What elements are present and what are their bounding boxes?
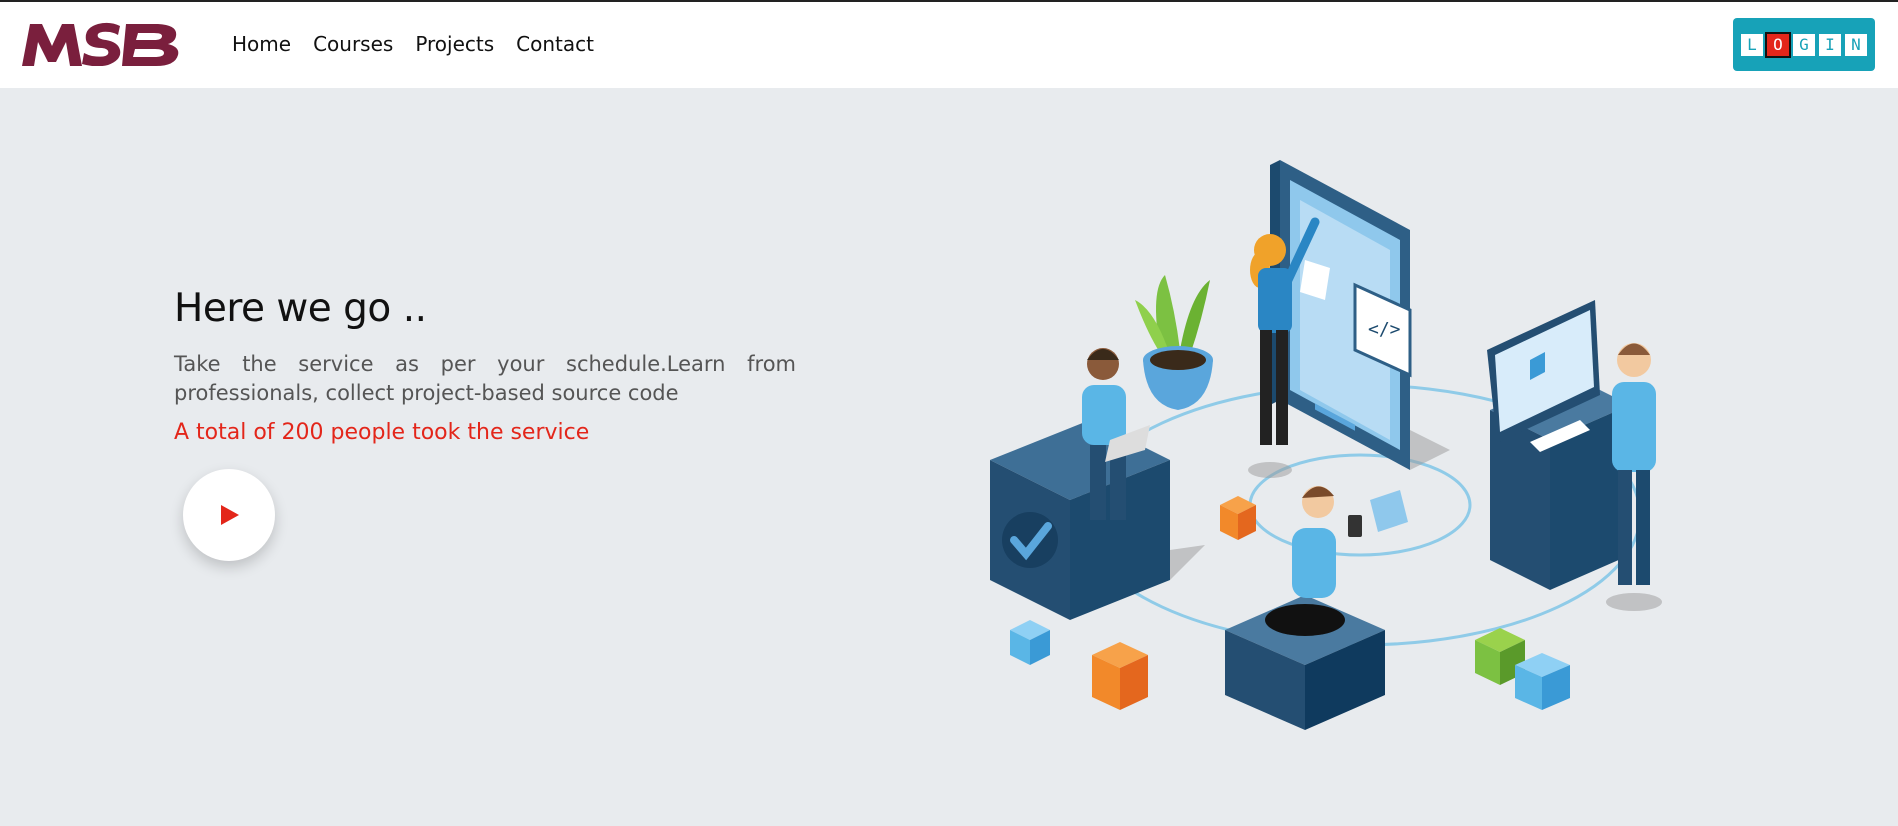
nav-contact-link[interactable]: Contact: [516, 30, 594, 58]
msb-logo[interactable]: [22, 22, 182, 66]
login-letter-g: G: [1793, 33, 1815, 56]
nav-courses-link[interactable]: Courses: [313, 30, 393, 58]
hero-title: Here we go ..: [174, 286, 427, 331]
play-icon: [221, 505, 239, 525]
nav-projects-link[interactable]: Projects: [415, 30, 494, 58]
nav-home-link[interactable]: Home: [232, 30, 291, 58]
navbar: Home Courses Projects Contact L O G I N: [0, 2, 1898, 88]
login-letter-l: L: [1741, 33, 1763, 56]
play-video-button[interactable]: [183, 469, 275, 561]
hero-illustration: </>: [990, 160, 1662, 730]
hero-people-count: A total of 200 people took the service: [174, 420, 590, 445]
login-letter-n: N: [1845, 33, 1867, 56]
login-letter-o: O: [1765, 31, 1791, 58]
hero-description: Take the service as per your schedule.Le…: [174, 352, 796, 405]
svg-text:</>: </>: [1368, 319, 1401, 340]
login-button[interactable]: L O G I N: [1733, 18, 1875, 71]
main-nav: Home Courses Projects Contact: [232, 30, 616, 58]
login-letter-i: I: [1819, 33, 1841, 56]
